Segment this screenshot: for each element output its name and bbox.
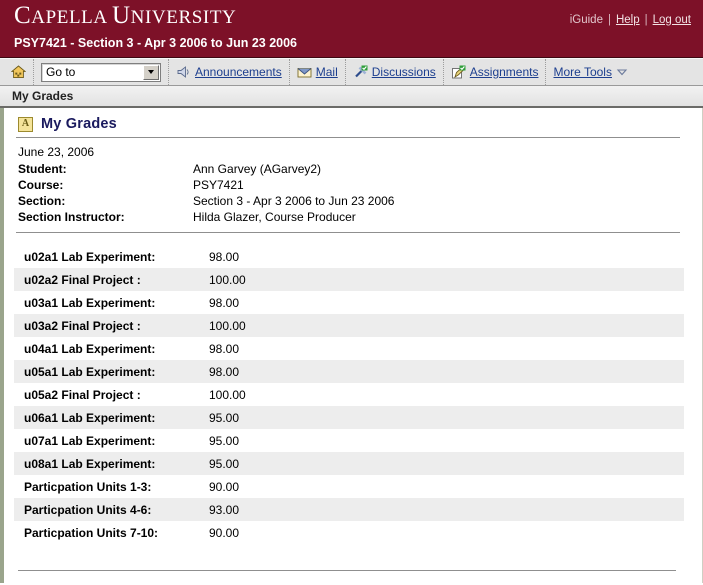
course-title-bar: PSY7421 - Section 3 - Apr 3 2006 to Jun … xyxy=(14,36,298,50)
breadcrumb-label: My Grades xyxy=(12,89,74,103)
info-key-student: Student: xyxy=(18,162,67,176)
page-title: A My Grades xyxy=(12,108,682,137)
main-content: A My Grades June 23, 2006 Student: Ann G… xyxy=(0,108,703,583)
grade-item-name: Particpation Units 4-6: xyxy=(14,498,209,521)
table-row: u03a1 Lab Experiment: 98.00 xyxy=(14,291,684,314)
info-row-instructor: Section Instructor: Hilda Glazer, Course… xyxy=(18,209,394,225)
content-inner: A My Grades June 23, 2006 Student: Ann G… xyxy=(4,108,690,571)
grade-item-score: 100.00 xyxy=(209,387,246,402)
goto-dropdown-wrapper[interactable]: Go to xyxy=(34,59,169,85)
student-info-table: Student: Ann Garvey (AGarvey2) Course: P… xyxy=(18,161,394,225)
grade-item-name: u02a2 Final Project : xyxy=(14,268,209,291)
nav-label-discussions[interactable]: Discussions xyxy=(372,65,436,79)
breadcrumb: My Grades xyxy=(0,86,703,108)
table-row: Particpation Units 7-10: 90.00 xyxy=(14,521,684,544)
grade-item-name: u03a2 Final Project : xyxy=(14,314,209,337)
util-separator-2: | xyxy=(644,14,648,26)
grade-item-score: 90.00 xyxy=(209,479,240,494)
info-divider xyxy=(16,232,680,233)
current-date: June 23, 2006 xyxy=(18,145,95,159)
nav-item-assignments[interactable]: Assignments xyxy=(444,59,547,85)
info-value-section: Section 3 - Apr 3 2006 to Jun 23 2006 xyxy=(193,194,395,208)
table-row: u05a1 Lab Experiment: 98.00 xyxy=(14,360,684,383)
grade-item-score: 93.00 xyxy=(209,498,684,521)
info-value-instructor: Hilda Glazer, Course Producer xyxy=(193,210,356,224)
grade-item-name: u05a2 Final Project : xyxy=(24,387,141,402)
nav-item-mail[interactable]: Mail xyxy=(290,59,346,85)
grade-item-score: 98.00 xyxy=(209,360,684,383)
grade-item-name: Particpation Units 7-10: xyxy=(24,525,159,540)
utility-links: iGuide | Help | Log out xyxy=(570,14,691,26)
table-row: Particpation Units 1-3: 90.00 xyxy=(14,475,684,498)
nav-label-announcements[interactable]: Announcements xyxy=(195,65,282,79)
goto-select-value: Go to xyxy=(46,65,76,79)
brand-cap-c: C xyxy=(14,2,32,29)
util-separator-1: | xyxy=(607,14,611,26)
info-key-instructor: Section Instructor: xyxy=(18,210,125,224)
grade-item-score: 90.00 xyxy=(209,525,240,540)
home-button[interactable] xyxy=(4,59,34,85)
grade-item-name: u06a1 Lab Experiment: xyxy=(14,406,209,429)
info-row-section: Section: Section 3 - Apr 3 2006 to Jun 2… xyxy=(18,193,394,209)
announcements-icon xyxy=(176,65,191,79)
nav-item-announcements[interactable]: Announcements xyxy=(169,59,290,85)
info-row-student: Student: Ann Garvey (AGarvey2) xyxy=(18,161,394,177)
grade-item-score: 100.00 xyxy=(209,314,684,337)
page-title-text: My Grades xyxy=(41,116,117,132)
logout-link[interactable]: Log out xyxy=(653,14,691,26)
info-value-course: PSY7421 xyxy=(193,178,244,192)
help-link[interactable]: Help xyxy=(616,14,640,26)
table-row: Particpation Units 4-6: 93.00 xyxy=(14,498,684,521)
iguide-label: iGuide xyxy=(569,14,603,26)
discussions-pushpin-icon xyxy=(353,65,368,79)
grade-item-score: 95.00 xyxy=(209,433,240,448)
grades-table-body: u02a1 Lab Experiment: 98.00 u02a2 Final Pr… xyxy=(14,245,684,544)
brand-apella: APELLA xyxy=(31,7,113,28)
grade-item-name: u07a1 Lab Experiment: xyxy=(24,433,156,448)
nav-item-discussions[interactable]: Discussions xyxy=(346,59,444,85)
info-key-course: Course: xyxy=(18,178,64,192)
table-row: u02a1 Lab Experiment: 98.00 xyxy=(14,245,684,268)
table-row: u07a1 Lab Experiment: 95.00 xyxy=(14,429,684,452)
goto-select[interactable]: Go to xyxy=(41,62,161,82)
grade-item-score: 100.00 xyxy=(209,268,684,291)
grade-item-name: u02a1 Lab Experiment: xyxy=(24,249,156,264)
footer-divider xyxy=(18,570,676,571)
table-row: u02a2 Final Project :100.00 xyxy=(14,268,684,291)
grade-item-score: 95.00 xyxy=(209,452,684,475)
assignments-page-icon xyxy=(451,65,466,79)
nav-label-more-tools[interactable]: More Tools xyxy=(553,65,611,79)
grade-item-score: 95.00 xyxy=(209,406,684,429)
site-header: CAPELLA UNIVERSITY iGuide | Help | Log out P… xyxy=(0,0,703,58)
capella-university-logo: CAPELLA UNIVERSITY xyxy=(14,1,236,33)
info-value-student: Ann Garvey (AGarvey2) xyxy=(193,162,322,176)
grade-item-name: u04a1 Lab Experiment: xyxy=(24,341,156,356)
home-icon xyxy=(11,65,26,79)
chevron-down-icon[interactable] xyxy=(616,65,628,79)
nav-label-mail[interactable]: Mail xyxy=(316,65,338,79)
grade-item-name: u03a1 Lab Experiment: xyxy=(24,295,156,310)
course-navigation-toolbar: Go to Announcements Mail Discussions Ass… xyxy=(0,58,703,86)
grade-item-name: u08a1 Lab Experiment: xyxy=(14,452,209,475)
grade-item-name: u05a1 Lab Experiment: xyxy=(14,360,209,383)
nav-label-assignments[interactable]: Assignments xyxy=(470,65,539,79)
grade-item-name: Particpation Units 1-3: xyxy=(24,479,152,494)
table-row: u06a1 Lab Experiment: 95.00 xyxy=(14,406,684,429)
info-key-section: Section: xyxy=(18,194,66,208)
grade-letter-a-icon: A xyxy=(18,116,33,132)
table-row: u05a2 Final Project : 100.00 xyxy=(14,383,684,406)
chevron-down-icon[interactable] xyxy=(143,64,159,80)
nav-item-more-tools[interactable]: More Tools xyxy=(546,59,634,85)
grade-item-score: 98.00 xyxy=(209,341,240,356)
grades-table: u02a1 Lab Experiment: 98.00 u02a2 Final Pr… xyxy=(14,245,684,544)
grade-item-score: 98.00 xyxy=(209,295,240,310)
table-row: u04a1 Lab Experiment: 98.00 xyxy=(14,337,684,360)
brand-cap-u: U xyxy=(112,2,131,29)
table-row: u08a1 Lab Experiment: 95.00 xyxy=(14,452,684,475)
grade-item-score: 98.00 xyxy=(209,249,240,264)
info-row-course: Course: PSY7421 xyxy=(18,177,394,193)
brand-niversity: NIVERSITY xyxy=(130,7,237,28)
mail-envelope-icon xyxy=(297,65,312,79)
table-row: u03a2 Final Project :100.00 xyxy=(14,314,684,337)
